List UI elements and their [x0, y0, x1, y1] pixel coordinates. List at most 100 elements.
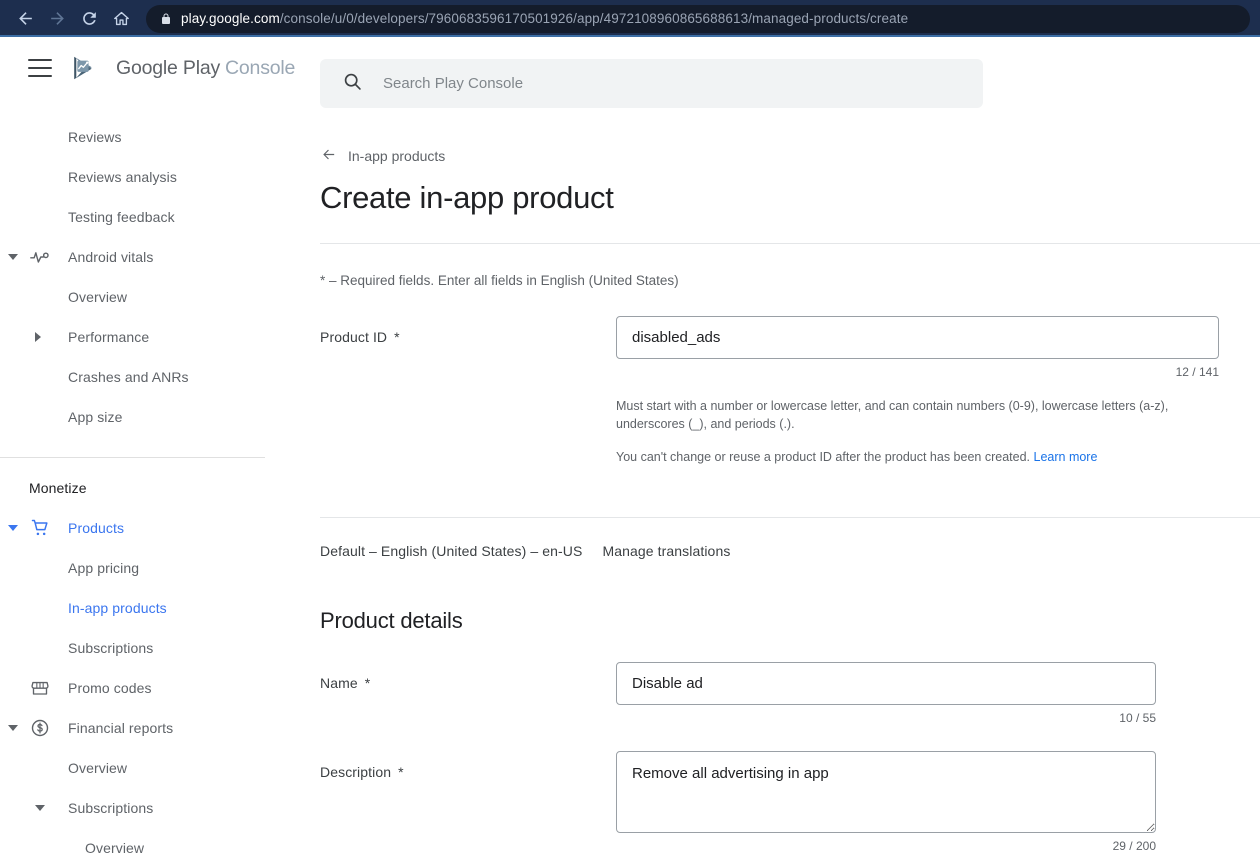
breadcrumb-label: In-app products	[348, 148, 446, 164]
sidebar-item-label: Promo codes	[68, 680, 152, 696]
arrow-left-icon	[18, 12, 32, 25]
sidebar-nav-monetize: Products App pricing In-app products Sub…	[0, 508, 300, 853]
product-id-helper-rules: Must start with a number or lowercase le…	[616, 399, 1169, 432]
name-field-row: Name * 10 / 55	[320, 662, 1260, 725]
hamburger-menu-icon[interactable]	[28, 59, 52, 77]
product-id-counter: 12 / 141	[1175, 365, 1219, 379]
google-play-logo-icon	[70, 54, 98, 82]
sidebar-item-label: Products	[68, 520, 125, 536]
storefront-icon	[29, 677, 51, 699]
sidebar-item-testing-feedback[interactable]: Testing feedback	[0, 197, 300, 237]
description-control: 29 / 200	[616, 751, 1260, 853]
sidebar-item-reviews[interactable]: Reviews	[0, 117, 300, 157]
brand-google-play: Google Play	[116, 56, 221, 79]
section-divider	[320, 517, 1260, 519]
sidebar-item-label: Overview	[85, 840, 145, 853]
arrow-left-icon[interactable]	[320, 146, 337, 166]
app-container: Google Play Console Reviews Reviews analy…	[0, 37, 1260, 853]
forward-button[interactable]	[42, 4, 72, 34]
sidebar: Google Play Console Reviews Reviews analy…	[0, 37, 300, 853]
sidebar-item-label: Crashes and ANRs	[68, 369, 189, 385]
address-bar[interactable]: play.google.com/console/u/0/developers/7…	[146, 4, 1250, 33]
arrow-right-icon	[50, 12, 64, 25]
search-icon	[342, 71, 363, 97]
sidebar-item-label: App size	[68, 409, 123, 425]
name-control: 10 / 55	[616, 662, 1260, 725]
sidebar-item-label: Financial reports	[68, 720, 174, 736]
home-button[interactable]	[106, 4, 136, 34]
description-label: Description *	[320, 751, 616, 853]
sidebar-item-label: Subscriptions	[68, 640, 154, 656]
name-input[interactable]	[616, 662, 1156, 706]
sidebar-nav-top: Reviews Reviews analysis Testing feedbac…	[0, 99, 300, 437]
sidebar-item-label: Reviews analysis	[68, 169, 177, 185]
reload-icon	[82, 12, 96, 25]
chevron-down-icon[interactable]	[35, 805, 45, 811]
brand-title: Google Play Console	[116, 57, 295, 80]
sidebar-item-subscriptions[interactable]: Subscriptions	[0, 628, 300, 668]
description-label-text: Description	[320, 764, 392, 781]
shopping-cart-icon	[29, 517, 51, 539]
sidebar-item-products[interactable]: Products	[0, 508, 300, 548]
manage-translations-button[interactable]: Manage translations	[602, 543, 730, 559]
required-star: *	[364, 675, 371, 692]
sidebar-section-monetize: Monetize	[29, 480, 87, 496]
sidebar-item-subscriptions-overview[interactable]: Overview	[0, 828, 300, 853]
sidebar-item-in-app-products[interactable]: In-app products	[0, 588, 300, 628]
sidebar-item-app-size[interactable]: App size	[0, 397, 300, 437]
sidebar-item-app-pricing[interactable]: App pricing	[0, 548, 300, 588]
sidebar-item-label: Performance	[68, 329, 150, 345]
required-star: *	[398, 764, 404, 781]
url-text: play.google.com/console/u/0/developers/7…	[181, 11, 908, 26]
sidebar-item-android-vitals[interactable]: Android vitals	[0, 237, 300, 277]
url-path: /console/u/0/developers/7960683596170501…	[279, 11, 909, 26]
search-input[interactable]	[381, 74, 961, 93]
brand-console: Console	[225, 56, 296, 79]
sidebar-item-label: Subscriptions	[68, 800, 154, 816]
browser-toolbar: play.google.com/console/u/0/developers/7…	[0, 0, 1260, 37]
sidebar-item-reviews-analysis[interactable]: Reviews analysis	[0, 157, 300, 197]
sidebar-item-financial-subscriptions[interactable]: Subscriptions	[0, 788, 300, 828]
sidebar-item-performance[interactable]: Performance	[0, 317, 300, 357]
required-fields-note: * – Required fields. Enter all fields in…	[320, 273, 679, 288]
breadcrumb[interactable]: In-app products	[320, 146, 1260, 166]
home-icon	[113, 11, 129, 26]
sidebar-item-label: Overview	[68, 760, 128, 776]
brand-row: Google Play Console	[0, 37, 300, 99]
main-content: In-app products Create in-app product * …	[300, 37, 1260, 853]
sidebar-item-label: Overview	[68, 289, 128, 305]
learn-more-link[interactable]: Learn more	[1034, 450, 1098, 464]
name-label-text: Name	[320, 675, 358, 692]
dollar-circle-icon	[29, 717, 51, 739]
sidebar-item-label: In-app products	[68, 600, 167, 616]
sidebar-item-financial-reports[interactable]: Financial reports	[0, 708, 300, 748]
title-divider	[320, 243, 1260, 244]
chevron-down-icon[interactable]	[8, 725, 18, 731]
search-wrap	[320, 37, 1260, 108]
language-row: Default – English (United States) – en-U…	[320, 543, 1260, 559]
search-bar[interactable]	[320, 59, 983, 108]
product-id-label-text: Product ID	[320, 329, 388, 345]
chevron-right-icon[interactable]	[35, 332, 41, 342]
description-field-row: Description * 29 / 200	[320, 751, 1260, 853]
sidebar-item-crashes-and-anrs[interactable]: Crashes and ANRs	[0, 357, 300, 397]
sidebar-item-overview[interactable]: Overview	[0, 277, 300, 317]
product-id-helper-immutable-text: You can't change or reuse a product ID a…	[616, 450, 1031, 465]
product-id-label: Product ID *	[320, 316, 616, 466]
chevron-down-icon[interactable]	[8, 254, 18, 260]
back-button[interactable]	[10, 4, 40, 34]
description-textarea[interactable]	[616, 751, 1156, 834]
sidebar-item-label: Android vitals	[68, 249, 154, 265]
sidebar-item-promo-codes[interactable]: Promo codes	[0, 668, 300, 708]
page-title: Create in-app product	[320, 180, 614, 215]
name-counter: 10 / 55	[1119, 711, 1156, 726]
sidebar-item-label: Testing feedback	[68, 209, 175, 225]
sidebar-item-financial-overview[interactable]: Overview	[0, 748, 300, 788]
product-id-control: 12 / 141 Must start with a number or low…	[616, 316, 1260, 466]
product-id-input[interactable]	[616, 316, 1219, 359]
product-id-field-row: Product ID * 12 / 141 Must start with a n…	[320, 316, 1260, 466]
default-language-label: Default – English (United States) – en-U…	[320, 543, 583, 560]
reload-button[interactable]	[74, 4, 104, 34]
name-label: Name *	[320, 662, 616, 725]
chevron-down-icon[interactable]	[8, 525, 18, 531]
